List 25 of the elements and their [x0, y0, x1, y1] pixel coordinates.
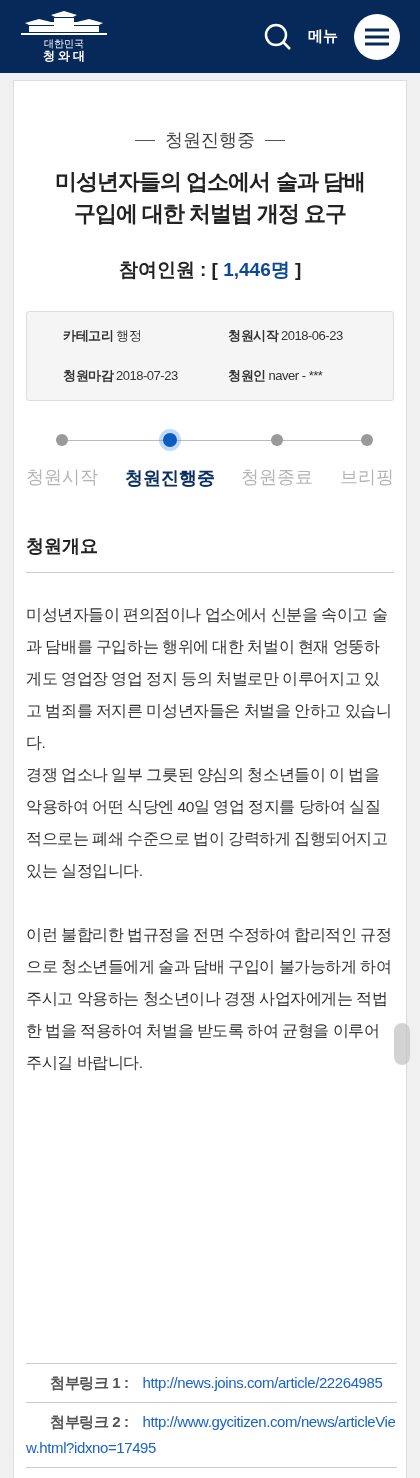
petition-title: 미성년자들의 업소에서 술과 담배 구입에 대한 처벌법 개정 요구 — [54, 168, 366, 228]
logo-text: 청 와 대 — [42, 48, 86, 63]
menu-button[interactable] — [354, 13, 400, 60]
step-label: 청원시작 — [26, 465, 98, 489]
building-logo-icon — [21, 10, 107, 37]
step-label: 청원종료 — [241, 465, 314, 489]
menu-label[interactable]: 메뉴 — [308, 25, 338, 48]
attachment-link[interactable]: 첨부링크 2 : http://www.gycitizen.com/news/articleView.html?idxno=17495 — [26, 1409, 397, 1461]
body-paragraph: 경쟁 업소나 일부 그릇된 양심의 청소년들이 이 법을 악용하여 어떤 식당엔 40일 영업 정지를 당하여 실질적으로는 폐쇄 수준으로 법이 강력하게 집행되어지고 있는 실정입니다. — [26, 764, 389, 881]
scroll-handle[interactable] — [394, 1023, 410, 1065]
body-paragraph: 이런 불합리한 법규정을 전면 수정하여 합리적인 규정으로 청소년들에게 술과 담배 구입이 불가능하게 하여 주시고 악용하는 청소년이나 경쟁 사업자에게는 적법한 법을 적용하여 처벌을 받도록 하여 균형을 이루어 주시길 바랍니다. — [26, 924, 393, 1073]
status-label: 청원진행중 — [165, 129, 255, 152]
info-field: 카테고리 행정 — [63, 326, 228, 346]
info-field: 청원마감 2018-07-23 — [63, 365, 228, 385]
step-label: 브리핑 — [339, 465, 394, 489]
info-field: 청원시작 2018-06-23 — [228, 326, 393, 346]
search-icon[interactable] — [264, 22, 292, 51]
participant-count: 참여인원 : [ 1,446명 ] — [117, 258, 303, 282]
info-field: 청원인 naver - *** — [228, 365, 393, 385]
menu-icon — [365, 27, 389, 46]
logo-subtitle: 대한민국 — [44, 37, 84, 49]
attachment-link[interactable]: 첨부링크 1 : http://news.joins.com/article/22264985 — [26, 1370, 397, 1396]
step-label: 청원진행중 — [124, 466, 215, 490]
body-paragraph: 미성년자들이 편의점이나 업소에서 신분을 속이고 술과 담배를 구입하는 행위에 대한 처벌이 현재 엉뚱하게도 영업장 영업 정지 등의 처벌로만 이루어지고 있고 범죄를 저지른 미성년자들은 처벌을 안하고 있습니다. — [26, 604, 393, 753]
section-heading: 청원개요 — [26, 532, 394, 573]
